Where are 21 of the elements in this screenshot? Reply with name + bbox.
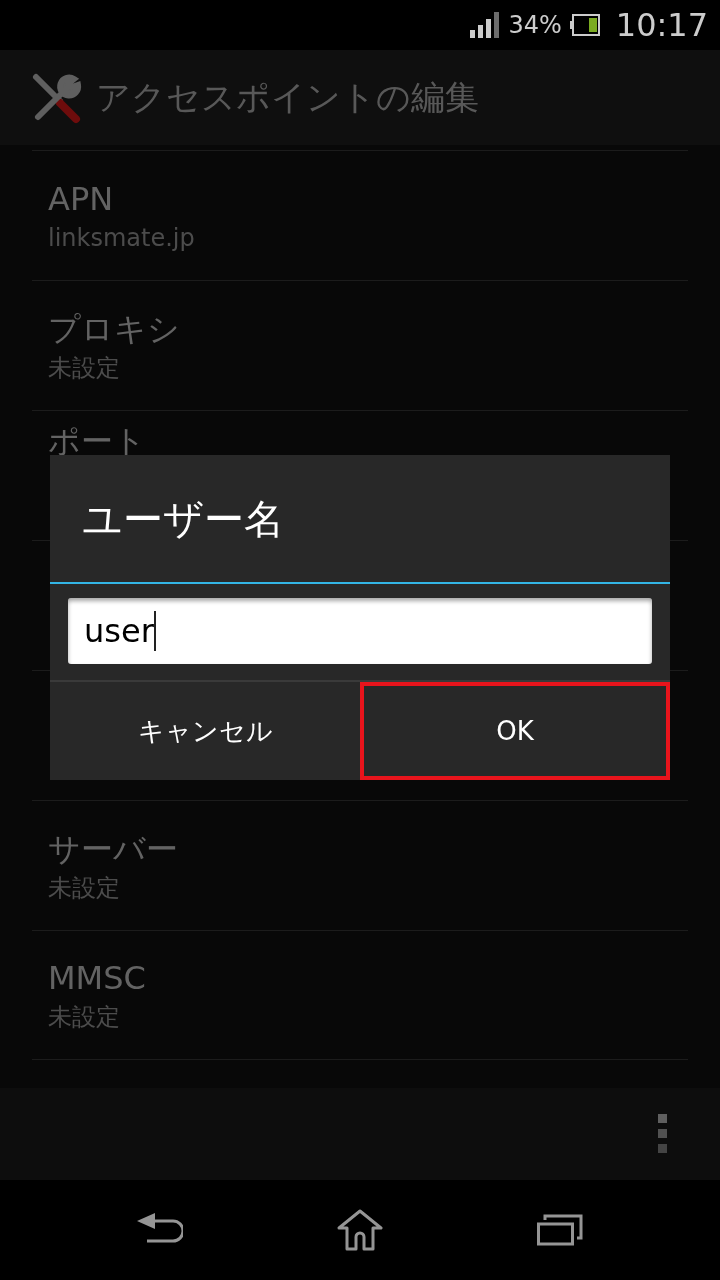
setting-title: APN [48, 178, 115, 220]
setting-value: linksmate.jp [48, 222, 196, 254]
setting-title: サーバー [48, 828, 179, 870]
dialog-title: ユーザー名 [82, 494, 284, 544]
input-value: user [84, 611, 154, 652]
setting-value: 未設定 [48, 352, 121, 384]
signal-icon [470, 12, 501, 38]
battery-icon [569, 14, 600, 36]
setting-title: ポート [48, 421, 147, 462]
setting-value: 未設定 [48, 1002, 121, 1033]
screen-title: アクセスポイントの編集 [96, 76, 479, 119]
home-icon[interactable] [337, 1209, 383, 1251]
setting-title: MMSC [48, 958, 147, 999]
battery-percent: 34% [508, 10, 562, 41]
username-input[interactable]: user [68, 598, 652, 664]
clock: 10:17 [615, 5, 708, 46]
recent-apps-icon[interactable] [537, 1214, 583, 1246]
overflow-menu-icon[interactable] [658, 1114, 668, 1154]
setting-value: 未設定 [48, 872, 121, 904]
setting-title: プロキシ [48, 308, 181, 350]
dialog-button[interactable]: OK [360, 682, 670, 780]
